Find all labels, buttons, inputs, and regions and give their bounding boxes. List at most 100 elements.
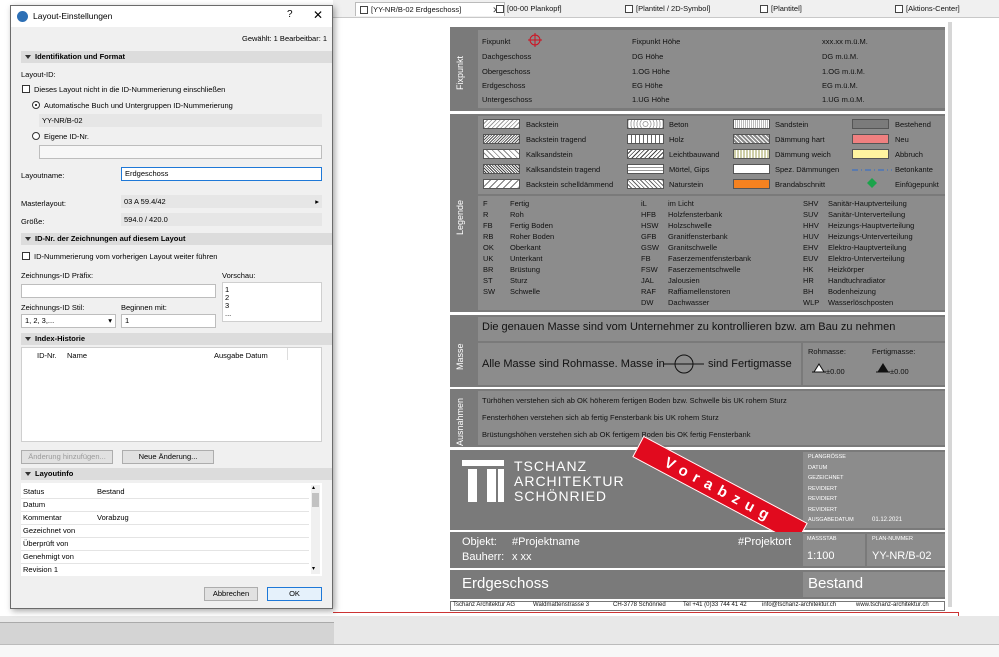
abbrev-code: GFB <box>641 232 657 241</box>
section-identifikation[interactable]: Identifikation und Format <box>21 51 332 63</box>
abbrev-meaning: Sanitär-Unterverteilung <box>828 210 906 219</box>
ok-button[interactable]: OK <box>267 587 322 601</box>
abbrev-code: HFB <box>641 210 656 219</box>
own-id-input[interactable] <box>39 145 322 159</box>
abbrev-meaning: Brüstung <box>510 265 541 274</box>
abbrev-meaning: Granitschwelle <box>668 243 718 252</box>
archicad-icon <box>17 11 28 22</box>
rohmass-label: Rohmasse: <box>808 347 846 356</box>
tab-aktions-center[interactable]: [Aktions-Center] <box>895 2 960 16</box>
info-key: Genehmigt von <box>23 552 74 561</box>
projektort: #Projektort <box>738 536 792 548</box>
abbrev-meaning: Unterkant <box>510 254 543 263</box>
start-input[interactable]: 1 <box>121 314 216 328</box>
betonkante-line <box>852 169 892 171</box>
style-select[interactable]: 1, 2, 3,... ▾ <box>21 314 116 328</box>
tab-plantitel-symbol[interactable]: [Plantitel / 2D-Symbol] <box>625 2 710 16</box>
fertigmass-label: Fertigmasse: <box>872 347 916 356</box>
auto-numbering-radio[interactable] <box>32 101 40 109</box>
abbrev-code: SHV <box>803 199 819 208</box>
abbrev-meaning: Bodenheizung <box>828 287 876 296</box>
document-tabbar: [YY-NR/B-02 Erdgeschoss] ✕ [00-00 Planko… <box>333 0 999 18</box>
abbrev-code: HHV <box>803 221 819 230</box>
abbrev-code: WLP <box>803 298 820 307</box>
abbrev-code: HR <box>803 276 814 285</box>
abbrev-code: BH <box>803 287 814 296</box>
section-index-historie[interactable]: Index-Historie <box>21 333 332 345</box>
info-key: Revision 1 <box>23 565 59 574</box>
abbrev-meaning: Schwelle <box>510 287 541 296</box>
ausgabedatum-value: 01.12.2021 <box>872 517 903 523</box>
chevron-down-icon: ▾ <box>108 316 112 325</box>
layout-id-label: Layout-ID: <box>21 70 56 79</box>
tab-plantitel[interactable]: [Plantitel] <box>760 2 802 16</box>
abbrev-code: SW <box>483 287 496 296</box>
continue-numbering-label: ID-Nummerierung vom vorherigen Layout we… <box>34 252 218 261</box>
meta-key: REVIDIERT <box>808 485 838 492</box>
abbrev-code: FSW <box>641 265 658 274</box>
info-key: Kommentar <box>23 513 62 522</box>
scroll-down-icon[interactable]: ▾ <box>312 565 315 572</box>
own-id-radio[interactable] <box>32 132 40 140</box>
help-button[interactable]: ? <box>287 9 293 20</box>
einfuegepunkt-icon <box>867 178 877 188</box>
abbrev-meaning: Elektro-Unterverteilung <box>828 254 905 263</box>
legende-label: Legende <box>455 199 465 235</box>
abbrev-code: JAL <box>641 276 654 285</box>
continue-numbering-checkbox[interactable] <box>22 252 30 260</box>
bauherr-value: x xx <box>512 551 532 563</box>
auto-numbering-label: Automatische Buch und Untergruppen ID-Nu… <box>44 101 233 110</box>
layoutname-label: Layoutname: <box>21 171 65 180</box>
massstab-value: 1:100 <box>807 550 835 562</box>
plannummer-value: YY-NR/B-02 <box>872 550 932 562</box>
size-value: 594.0 / 420.0 <box>121 213 322 226</box>
abbrev-meaning: Heizungs-Unterverteilung <box>828 232 913 241</box>
scrollbar-thumb[interactable] <box>312 493 319 507</box>
prefix-input[interactable] <box>21 284 216 298</box>
layoutname-input[interactable]: Erdgeschoss <box>121 167 322 181</box>
meta-key: AUSGABEDATUM <box>808 517 854 523</box>
abbrev-meaning: Handtuchradiator <box>828 276 886 285</box>
cancel-button[interactable]: Abbrechen <box>204 587 258 601</box>
close-button[interactable]: ✕ <box>313 8 323 22</box>
tab-plankopf[interactable]: [00-00 Plankopf] <box>496 2 562 16</box>
meta-key: REVIDIERT <box>808 506 838 513</box>
index-history-table[interactable]: ID-Nr. Name Ausgabe Datum <box>21 347 322 442</box>
section-layoutinfo[interactable]: Layoutinfo <box>21 468 332 480</box>
abbrev-meaning: Oberkant <box>510 243 541 252</box>
own-id-label: Eigene ID-Nr. <box>44 132 90 141</box>
abbrev-meaning: Wasserlöschposten <box>828 298 894 307</box>
fertigmass-value: ±0.00 <box>890 367 909 376</box>
abbrev-meaning: Raffiamellenstoren <box>668 287 731 296</box>
abbrev-code: FB <box>641 254 651 263</box>
chevron-right-icon: ▸ <box>315 197 319 206</box>
info-value[interactable]: Vorabzug <box>97 513 129 522</box>
abbrev-code: F <box>483 199 488 208</box>
scrollbar[interactable]: ▴ ▾ <box>311 485 320 574</box>
objekt-label: Objekt: <box>462 536 497 548</box>
abbrev-code: FB <box>483 221 493 230</box>
exclude-checkbox[interactable] <box>22 85 30 93</box>
abbrev-code: OK <box>483 243 494 252</box>
layoutinfo-table[interactable]: Status Bestand Datum Kommentar Vorabzug Gezei… <box>21 483 322 576</box>
masterlayout-select[interactable]: 03 A 59.4/42 ▸ <box>121 195 322 208</box>
masse-line-2b: sind Fertigmasse <box>708 358 792 370</box>
new-change-button[interactable]: Neue Änderung... <box>122 450 214 464</box>
info-value[interactable]: Bestand <box>97 487 125 496</box>
collapse-triangle-icon <box>25 237 31 242</box>
add-change-button[interactable]: Änderung hinzufügen... <box>21 450 113 464</box>
swatch-backstein <box>483 119 520 129</box>
tab-erdgeschoss[interactable]: [YY-NR/B-02 Erdgeschoss] ✕ <box>355 2 505 16</box>
section-id-nr[interactable]: ID-Nr. der Zeichnungen auf diesem Layout <box>21 233 332 245</box>
size-label: Größe: <box>21 217 45 226</box>
scroll-up-icon[interactable]: ▴ <box>312 484 315 491</box>
dimension-circle-icon <box>664 354 704 374</box>
style-label: Zeichnungs-ID Stil: <box>21 303 85 312</box>
abbrev-code: RB <box>483 232 494 241</box>
info-key: Gezeichnet von <box>23 526 76 535</box>
abbrev-code: iL <box>641 199 647 208</box>
layout-icon <box>496 5 504 13</box>
swatch-brandabschnitt <box>733 179 770 189</box>
dialog-titlebar[interactable]: Layout-Einstellungen ? ✕ <box>11 6 332 27</box>
abbrev-meaning: Dachwasser <box>668 298 710 307</box>
